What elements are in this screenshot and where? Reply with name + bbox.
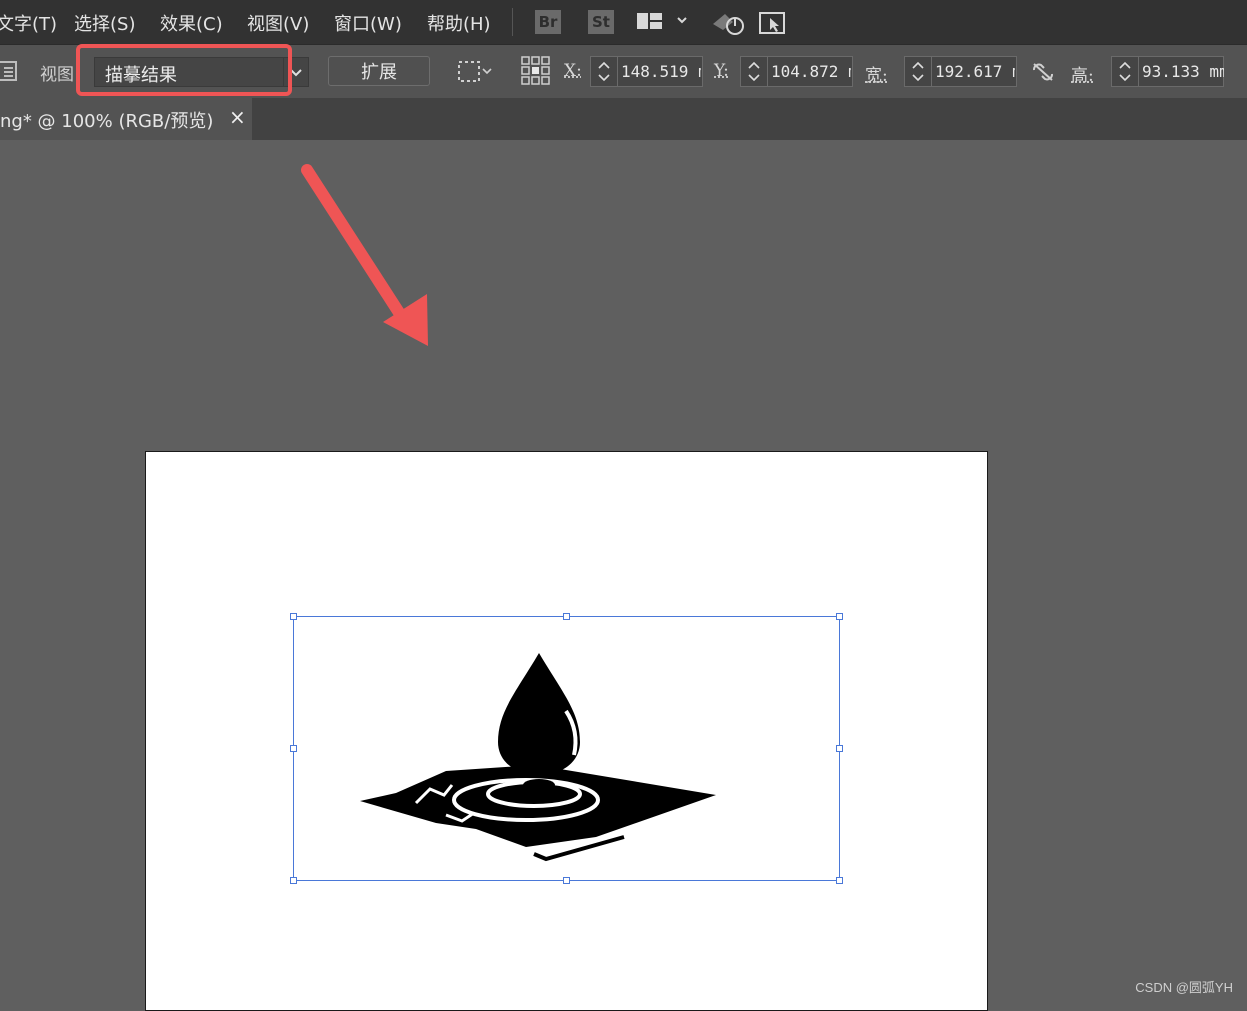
width-value: 192.617 m: [935, 62, 1015, 81]
arrow-annotation: [301, 164, 428, 346]
workspace-switcher-icon[interactable]: [636, 12, 690, 32]
expand-button[interactable]: 扩展: [328, 56, 430, 86]
menu-bar: 文字(T) 选择(S) 效果(C) 视图(V) 窗口(W) 帮助(H) Br S…: [0, 0, 1247, 44]
y-label: Y:: [714, 61, 729, 81]
height-field[interactable]: 93.133 mm: [1111, 56, 1224, 87]
constrain-proportions-icon[interactable]: [1030, 60, 1056, 84]
height-stepper-icon[interactable]: [1112, 57, 1139, 86]
x-field[interactable]: 148.519 m: [590, 56, 703, 87]
highlight-annotation: [76, 44, 292, 96]
width-label: 宽:: [865, 66, 888, 86]
width-field[interactable]: 192.617 m: [904, 56, 1017, 87]
selection-handle[interactable]: [836, 877, 843, 884]
panel-menu-icon[interactable]: [0, 60, 18, 82]
selection-handle[interactable]: [290, 745, 297, 752]
x-label: X:: [564, 61, 582, 81]
document-tab-title: ng* @ 100% (RGB/预览): [0, 111, 214, 132]
gpu-performance-icon[interactable]: [711, 10, 745, 36]
artboard-bounds-icon[interactable]: [456, 59, 496, 85]
y-stepper-icon[interactable]: [741, 57, 768, 86]
menu-select[interactable]: 选择(S): [74, 10, 135, 36]
y-value: 104.872 m: [771, 62, 851, 81]
width-stepper-icon[interactable]: [905, 57, 932, 86]
menu-window[interactable]: 窗口(W): [334, 10, 402, 36]
document-tab-bar: ng* @ 100% (RGB/预览) ×: [0, 98, 1247, 140]
selection-bounding-box[interactable]: [293, 616, 840, 881]
x-value: 148.519 m: [621, 62, 701, 81]
selection-handle[interactable]: [290, 613, 297, 620]
stock-icon[interactable]: St: [588, 10, 614, 34]
document-tab[interactable]: ng* @ 100% (RGB/预览) ×: [0, 98, 252, 140]
close-icon[interactable]: ×: [229, 105, 246, 129]
touch-workspace-icon[interactable]: [759, 10, 787, 36]
bridge-icon[interactable]: Br: [535, 10, 561, 34]
menu-type[interactable]: 文字(T): [0, 10, 57, 36]
menu-view[interactable]: 视图(V): [247, 10, 309, 36]
menu-help[interactable]: 帮助(H): [427, 10, 491, 36]
selection-handle[interactable]: [563, 877, 570, 884]
menu-effect[interactable]: 效果(C): [160, 10, 223, 36]
selection-handle[interactable]: [836, 745, 843, 752]
selection-handle[interactable]: [563, 613, 570, 620]
watermark: CSDN @圆弧YH: [1135, 980, 1233, 995]
x-stepper-icon[interactable]: [591, 57, 618, 86]
artboard[interactable]: [145, 451, 988, 1011]
height-label: 高:: [1071, 66, 1094, 86]
menu-divider: [512, 8, 513, 36]
transform-reference-icon[interactable]: [520, 55, 552, 87]
selection-handle[interactable]: [290, 877, 297, 884]
height-value: 93.133 mm: [1142, 62, 1224, 81]
y-field[interactable]: 104.872 m: [740, 56, 853, 87]
selection-handle[interactable]: [836, 613, 843, 620]
